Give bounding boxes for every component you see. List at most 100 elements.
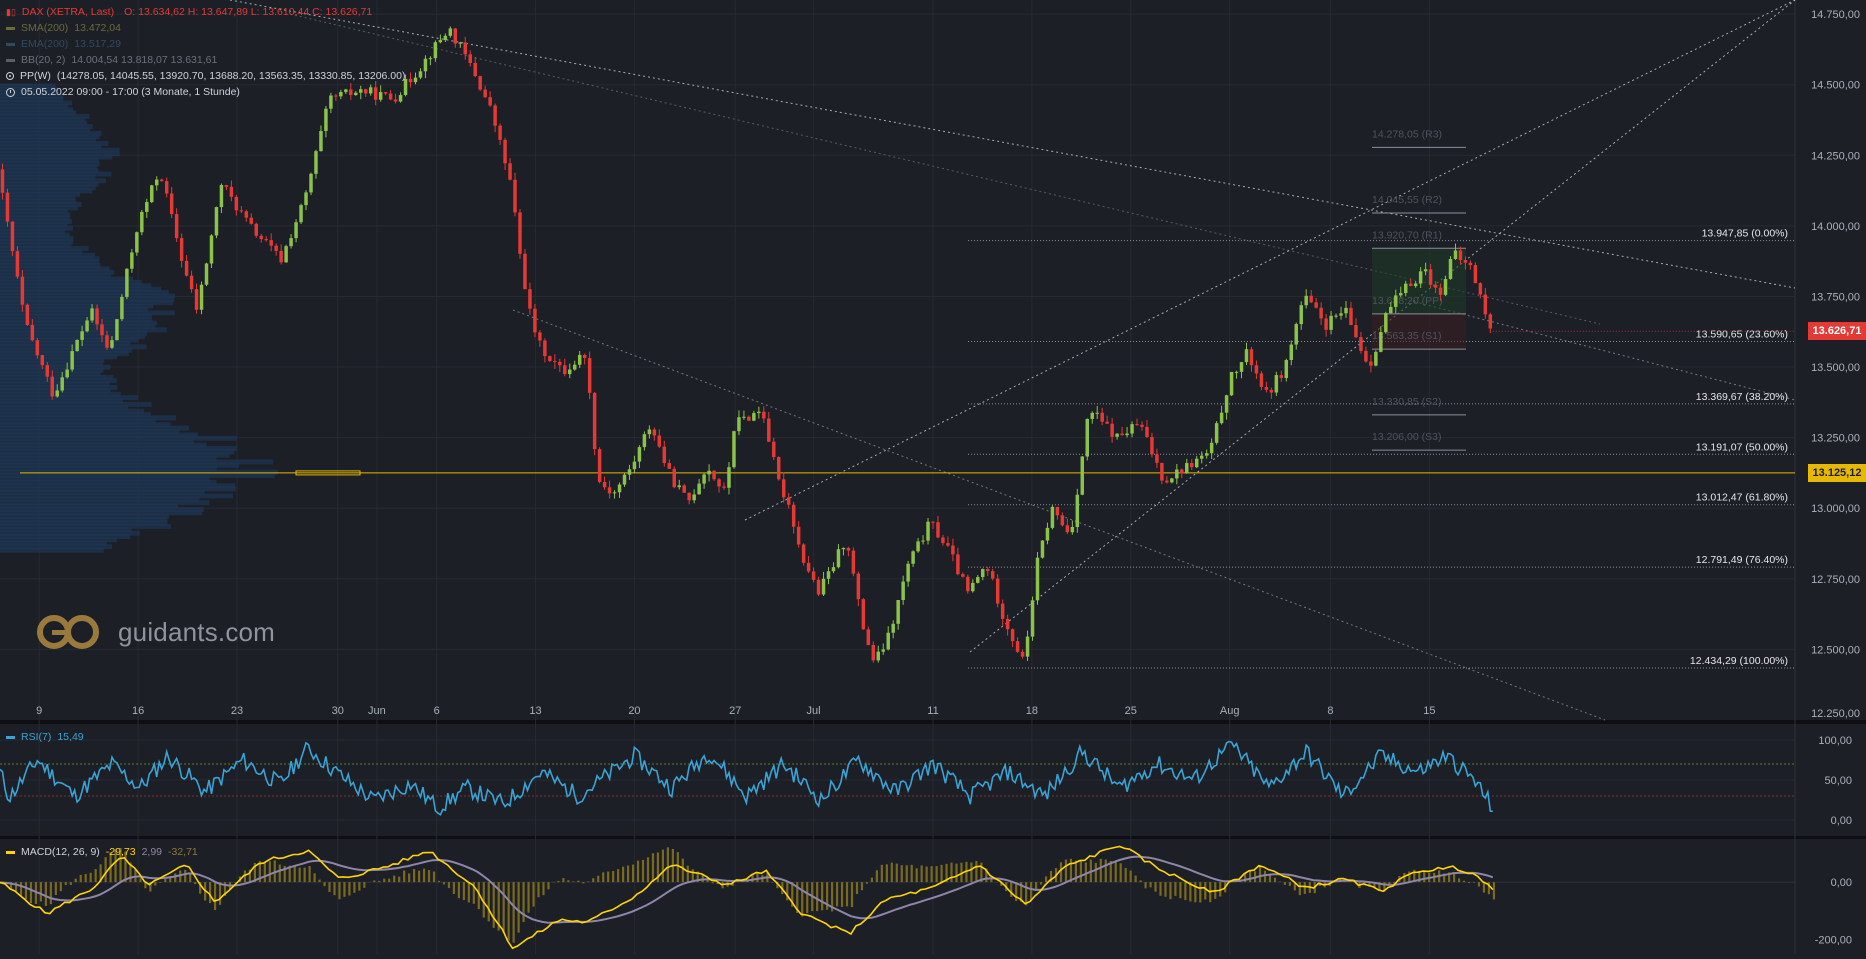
candle-body — [205, 264, 208, 285]
candle-body — [1061, 515, 1064, 525]
macd-histogram-bar — [632, 865, 634, 883]
macd-histogram-bar — [25, 882, 27, 899]
candle-body — [1031, 600, 1034, 636]
legend-ema-row[interactable]: EMA(200) 13.517,29 — [6, 36, 405, 52]
macd-histogram-bar — [413, 869, 415, 882]
macd-histogram-bar — [587, 882, 589, 883]
macd-histogram-bar — [911, 865, 913, 882]
macd-histogram-bar — [682, 859, 684, 882]
macd-histogram-bar — [1269, 875, 1271, 882]
macd-histogram-bar — [1259, 867, 1261, 882]
pp-label: PP(W) — [20, 68, 51, 84]
macd-signal-value: 2,99 — [142, 844, 162, 860]
candle-body — [613, 492, 616, 493]
candle-body — [966, 577, 969, 592]
candle-body — [732, 431, 735, 467]
chart-stage[interactable]: 9162330Jun6132027Jul111825Aug81512.500,0… — [0, 0, 1866, 954]
macd-histogram-bar — [373, 880, 375, 882]
macd-histogram-bar — [95, 869, 97, 882]
candle-body — [60, 377, 63, 390]
chart-canvas[interactable]: 9162330Jun6132027Jul111825Aug81512.500,0… — [0, 0, 1866, 954]
candle-body — [444, 36, 447, 40]
macd-histogram-bar — [856, 882, 858, 894]
rsi-legend[interactable]: RSI(7) 15,49 — [6, 729, 84, 745]
candle-body — [1324, 318, 1327, 329]
candle-body — [1444, 279, 1447, 295]
macd-legend[interactable]: MACD(12, 26, 9) -29,73 2,99 -32,71 — [6, 844, 198, 860]
macd-histogram-bar — [194, 882, 196, 884]
candle-body — [603, 482, 606, 487]
macd-histogram-bar — [1159, 882, 1161, 896]
macd-histogram-bar — [577, 881, 579, 882]
rsi-tick-label: 50,00 — [1824, 775, 1852, 787]
candle-body — [1270, 390, 1273, 393]
y-tick-label: 14.250,00 — [1811, 150, 1860, 162]
candle-body — [1474, 265, 1477, 283]
legend-pp-row[interactable]: PP(W) (14278.05, 14045.55, 13920.70, 136… — [6, 68, 405, 84]
y-tick-label: 13.750,00 — [1811, 291, 1860, 303]
macd-histogram-bar — [866, 882, 868, 884]
y-tick-label: 12.250,00 — [1811, 708, 1860, 720]
macd-histogram-bar — [886, 864, 888, 882]
candle-body — [264, 239, 267, 240]
candle-body — [941, 537, 944, 543]
macd-histogram-bar — [1179, 882, 1181, 898]
macd-histogram-bar — [328, 882, 330, 892]
legend-title-row: ▮▯ DAX (XETRA, Last) O: 13.634,62 H: 13.… — [6, 4, 405, 20]
candle-body — [1449, 259, 1452, 279]
candle-body — [677, 485, 680, 487]
candle-body — [1140, 425, 1143, 427]
macd-histogram-bar — [652, 853, 654, 882]
candle-body — [1309, 296, 1312, 303]
candle-body — [1364, 351, 1367, 362]
candle-body — [797, 527, 800, 545]
candle-body — [772, 442, 775, 457]
candle-body — [424, 59, 427, 72]
last-price-badge: 13.626,71 — [1808, 322, 1866, 340]
macd-histogram-bar — [622, 867, 624, 882]
legend-range-row[interactable]: 05.05.2022 09:00 - 17:00 (3 Monate, 1 St… — [6, 84, 405, 100]
candle-body — [717, 479, 720, 486]
time-range: 05.05.2022 09:00 - 17:00 (3 Monate, 1 St… — [21, 84, 240, 100]
candle-body — [434, 42, 437, 58]
fib-level-label: 12.791,49 (76.40%) — [1696, 554, 1788, 566]
candle-body — [886, 633, 889, 650]
candle-body — [563, 365, 566, 374]
macd-histogram-bar — [219, 882, 221, 905]
candle-body — [628, 469, 631, 474]
candle-body — [1056, 507, 1059, 515]
macd-histogram-bar — [1080, 860, 1082, 882]
candle-body — [16, 251, 19, 277]
candle-body — [1041, 541, 1044, 558]
candle-body — [638, 447, 641, 462]
macd-histogram-bar — [468, 882, 470, 902]
candle-body — [1205, 453, 1208, 455]
macd-histogram-bar — [313, 873, 315, 882]
candle-body — [284, 246, 287, 262]
macd-histogram-bar — [562, 878, 564, 882]
candle-body — [175, 214, 178, 238]
legend-sma-row[interactable]: SMA(200) 13.472,04 — [6, 20, 405, 36]
legend-bb-row[interactable]: BB(20, 2) 14.004,54 13.818,07 13.631,61 — [6, 52, 405, 68]
macd-histogram-bar — [323, 882, 325, 886]
candle-body — [100, 324, 103, 335]
candle-body — [215, 207, 218, 235]
candle-body — [468, 54, 471, 63]
candle-body — [498, 126, 501, 140]
candle-body — [1021, 652, 1024, 657]
macd-tick-label: 0,00 — [1831, 877, 1852, 889]
candle-body — [449, 28, 452, 35]
candle-body — [1150, 437, 1153, 454]
candle-body — [702, 474, 705, 483]
macd-histogram-bar — [921, 865, 923, 882]
candle-body — [299, 205, 302, 222]
candle-body — [548, 356, 551, 361]
candle-body — [533, 309, 536, 333]
macd-histogram-bar — [582, 882, 584, 883]
candle-body — [1255, 365, 1258, 373]
candle-body — [658, 436, 661, 447]
candle-body — [314, 151, 317, 174]
candle-body — [85, 320, 88, 331]
clock-icon — [6, 88, 15, 97]
candle-body — [1489, 314, 1492, 328]
